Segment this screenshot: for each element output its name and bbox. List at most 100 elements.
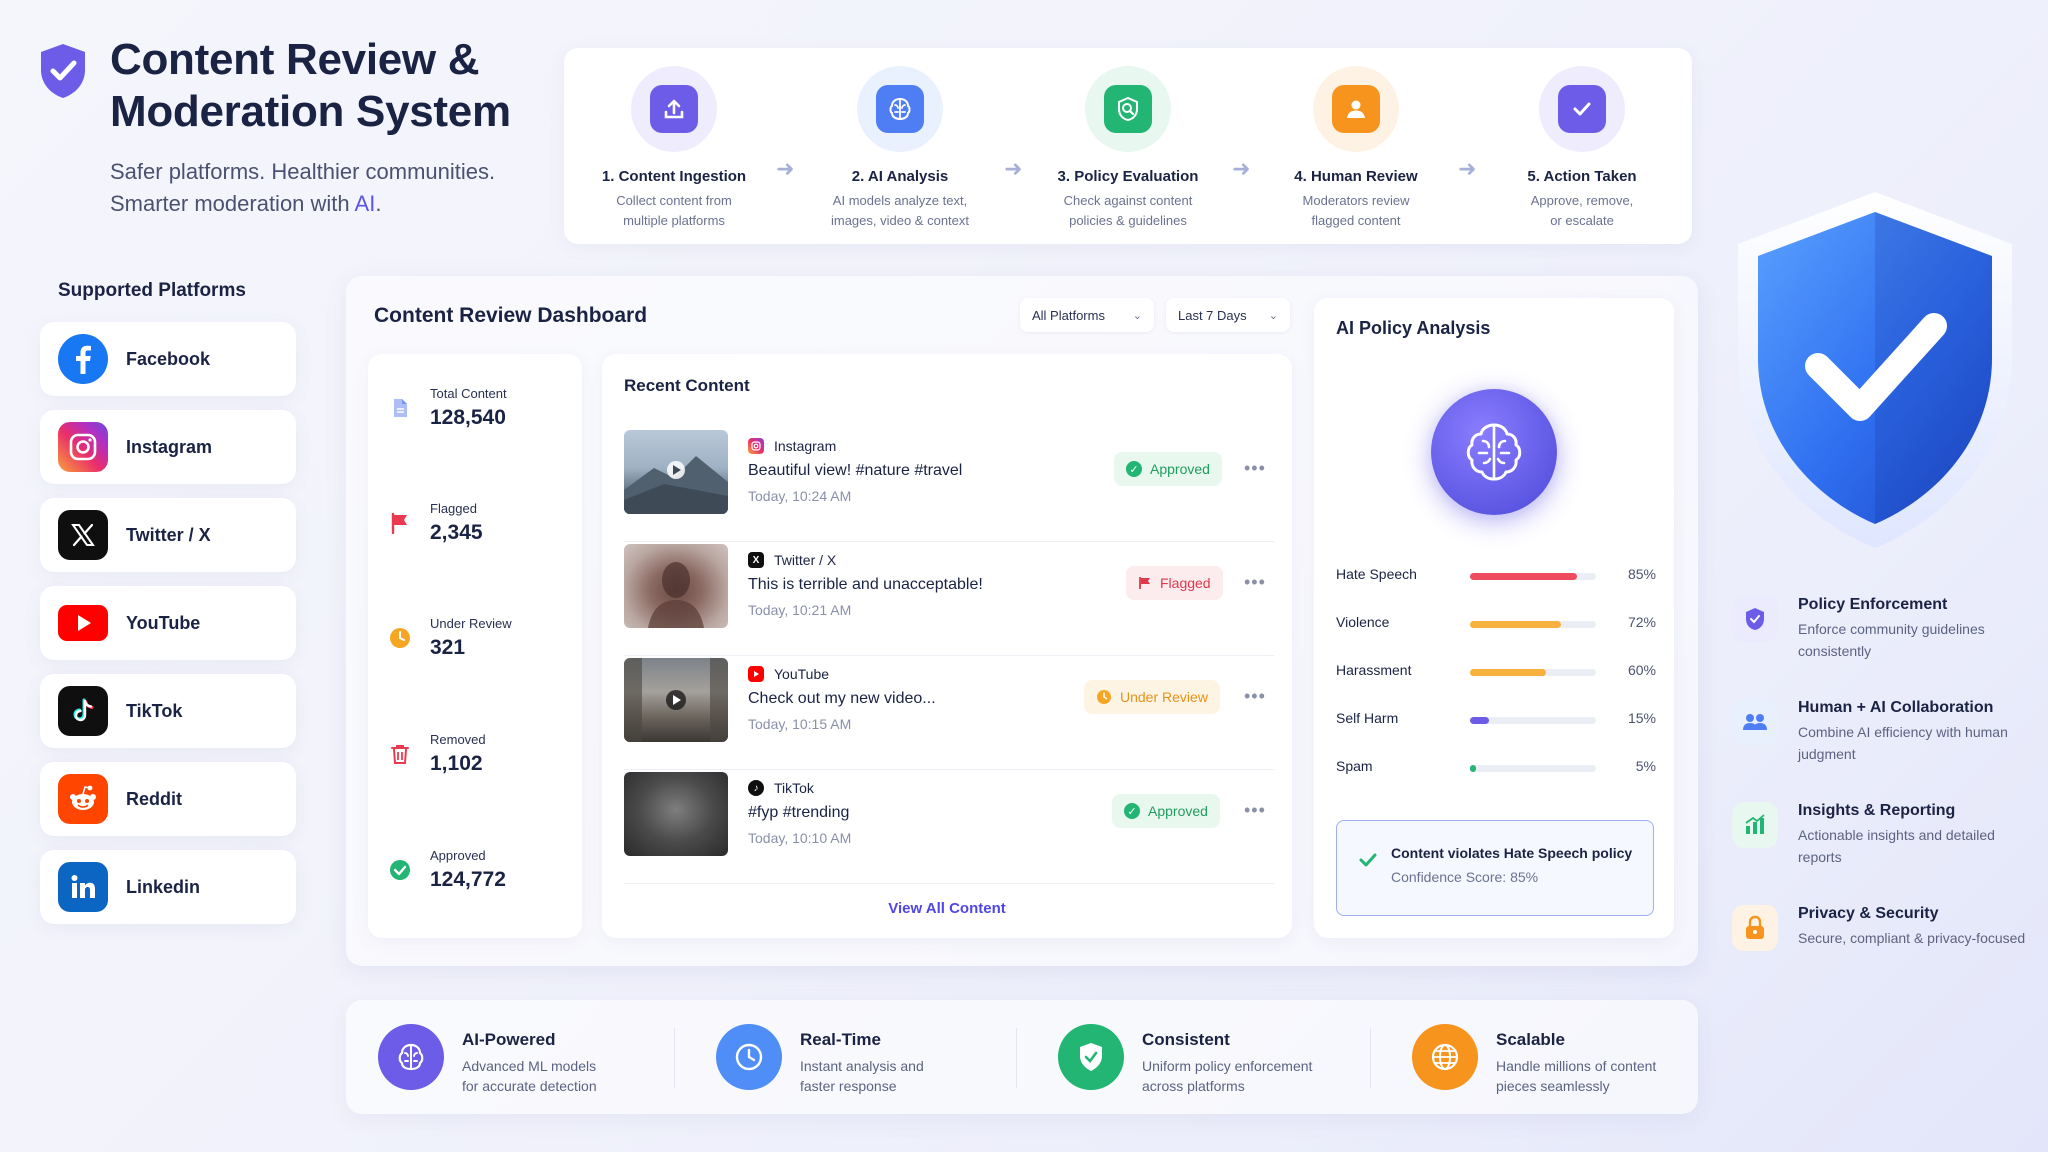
check-circle-icon: ✓ — [1126, 461, 1142, 477]
more-options-icon[interactable]: ••• — [1244, 800, 1266, 821]
chevron-down-icon: ⌄ — [1132, 309, 1142, 322]
arrow-right-icon: ➜ — [1458, 156, 1477, 181]
recent-content-panel: Recent Content Instagram Beautiful view!… — [602, 354, 1292, 938]
stat-total-content: Total Content 128,540 — [368, 354, 582, 470]
brain-icon — [378, 1024, 444, 1090]
policy-search-icon — [1104, 85, 1152, 133]
title-line-2: Moderation System — [110, 87, 511, 136]
feature-human-ai-collaboration: Human + AI Collaboration Combine AI effi… — [1732, 699, 2032, 779]
flag-icon — [391, 512, 407, 535]
benefit-ai-powered: AI-Powered Advanced ML models for accurat… — [346, 1000, 668, 1114]
tiktok-icon: ♪ — [748, 780, 764, 796]
platform-instagram[interactable]: Instagram — [40, 410, 296, 484]
check-circle-icon: ✓ — [1124, 803, 1140, 819]
subtitle-line-1: Safer platforms. Healthier communities. — [110, 159, 496, 184]
feature-insights-reporting: Insights & Reporting Actionable insights… — [1732, 802, 2032, 882]
chevron-down-icon: ⌄ — [1268, 309, 1278, 322]
instagram-icon — [58, 422, 108, 472]
tiktok-icon — [58, 686, 108, 736]
check-circle-icon — [390, 860, 410, 880]
platform-reddit[interactable]: Reddit — [40, 762, 296, 836]
youtube-icon — [748, 666, 764, 682]
status-badge: Flagged — [1126, 566, 1223, 600]
stat-removed: Removed 1,102 — [368, 700, 582, 816]
benefit-scalable: Scalable Handle millions of content piece… — [1380, 1000, 1698, 1114]
page-title: Content Review & Moderation System — [110, 34, 511, 138]
upload-icon — [650, 85, 698, 133]
stat-under-review: Under Review 321 — [368, 584, 582, 700]
table-row[interactable]: YouTube Check out my new video... Today,… — [624, 658, 1274, 770]
score-harassment: Harassment 60% — [1336, 662, 1656, 678]
instagram-icon — [748, 438, 764, 454]
subtitle-line-2: Smarter moderation with AI. — [110, 191, 382, 216]
users-icon — [1732, 699, 1778, 745]
stat-approved: Approved 124,772 — [368, 816, 582, 932]
shield-icon — [1732, 596, 1778, 642]
benefit-consistent: Consistent Uniform policy enforcement acr… — [1026, 1000, 1356, 1114]
content-thumbnail — [624, 658, 728, 742]
score-spam: Spam 5% — [1336, 758, 1656, 774]
score-hate-speech: Hate Speech 85% — [1336, 566, 1656, 582]
linkedin-icon — [58, 862, 108, 912]
content-thumbnail — [624, 544, 728, 628]
status-badge: Under Review — [1084, 680, 1220, 714]
moderation-pipeline: 1. Content Ingestion Collect content fro… — [564, 48, 1692, 244]
table-row[interactable]: Instagram Beautiful view! #nature #trave… — [624, 430, 1274, 542]
feature-privacy-security: Privacy & Security Secure, compliant & p… — [1732, 905, 2032, 985]
shield-logo-icon — [41, 44, 85, 98]
arrow-right-icon: ➜ — [1232, 156, 1251, 181]
clock-icon — [390, 628, 410, 648]
more-options-icon[interactable]: ••• — [1244, 572, 1266, 593]
check-icon — [1359, 853, 1377, 867]
arrow-right-icon: ➜ — [1004, 156, 1023, 181]
stat-flagged: Flagged 2,345 — [368, 469, 582, 585]
facebook-icon — [58, 334, 108, 384]
platform-facebook[interactable]: Facebook — [40, 322, 296, 396]
score-violence: Violence 72% — [1336, 614, 1656, 630]
content-thumbnail — [624, 772, 728, 856]
platform-tiktok[interactable]: TikTok — [40, 674, 296, 748]
chart-icon — [1732, 802, 1778, 848]
ai-policy-panel: AI Policy Analysis Hate Speech 85% Viole… — [1314, 298, 1674, 938]
stats-panel: Total Content 128,540 Flagged 2,345 Unde… — [368, 354, 582, 938]
large-shield-check-icon — [1738, 192, 2012, 548]
arrow-right-icon: ➜ — [776, 156, 795, 181]
platform-twitter-x[interactable]: Twitter / X — [40, 498, 296, 572]
document-icon — [394, 399, 407, 417]
pipeline-step-ingestion: 1. Content Ingestion Collect content fro… — [574, 48, 774, 231]
brain-icon — [1431, 389, 1557, 515]
page-subtitle: Safer platforms. Healthier communities. … — [110, 156, 495, 220]
more-options-icon[interactable]: ••• — [1244, 458, 1266, 479]
user-icon — [1332, 85, 1380, 133]
dashboard-title: Content Review Dashboard — [374, 304, 648, 327]
pipeline-step-ai-analysis: 2. AI Analysis AI models analyze text, im… — [800, 48, 1000, 231]
table-row[interactable]: ♪ TikTok #fyp #trending Today, 10:10 AM ✓… — [624, 772, 1274, 884]
globe-icon — [1412, 1024, 1478, 1090]
score-self-harm: Self Harm 15% — [1336, 710, 1656, 726]
reddit-icon — [58, 774, 108, 824]
x-logo-icon: X — [748, 552, 764, 568]
content-thumbnail — [624, 430, 728, 514]
pipeline-step-human-review: 4. Human Review Moderators review flagged… — [1256, 48, 1456, 231]
more-options-icon[interactable]: ••• — [1244, 686, 1266, 707]
title-line-1: Content Review & — [110, 35, 480, 84]
platform-filter-dropdown[interactable]: All Platforms ⌄ — [1020, 298, 1154, 332]
benefit-real-time: Real-Time Instant analysis and faster res… — [684, 1000, 1014, 1114]
clock-icon — [1096, 689, 1112, 705]
platform-youtube[interactable]: YouTube — [40, 586, 296, 660]
table-row[interactable]: X Twitter / X This is terrible and unacce… — [624, 544, 1274, 656]
platforms-heading: Supported Platforms — [58, 280, 246, 301]
date-range-dropdown[interactable]: Last 7 Days ⌄ — [1166, 298, 1290, 332]
check-icon — [1558, 85, 1606, 133]
x-logo-icon — [58, 510, 108, 560]
trash-icon — [391, 745, 409, 764]
feature-policy-enforcement: Policy Enforcement Enforce community gui… — [1732, 596, 2032, 676]
policy-verdict-box: Content violates Hate Speech policy Conf… — [1336, 820, 1654, 916]
clock-icon — [716, 1024, 782, 1090]
flag-icon — [1138, 576, 1152, 590]
pipeline-step-action-taken: 5. Action Taken Approve, remove, or escal… — [1482, 48, 1682, 231]
status-badge: ✓ Approved — [1114, 452, 1222, 486]
platform-linkedin[interactable]: Linkedin — [40, 850, 296, 924]
benefits-bar: AI-Powered Advanced ML models for accurat… — [346, 1000, 1698, 1114]
view-all-content-link[interactable]: View All Content — [602, 900, 1292, 917]
